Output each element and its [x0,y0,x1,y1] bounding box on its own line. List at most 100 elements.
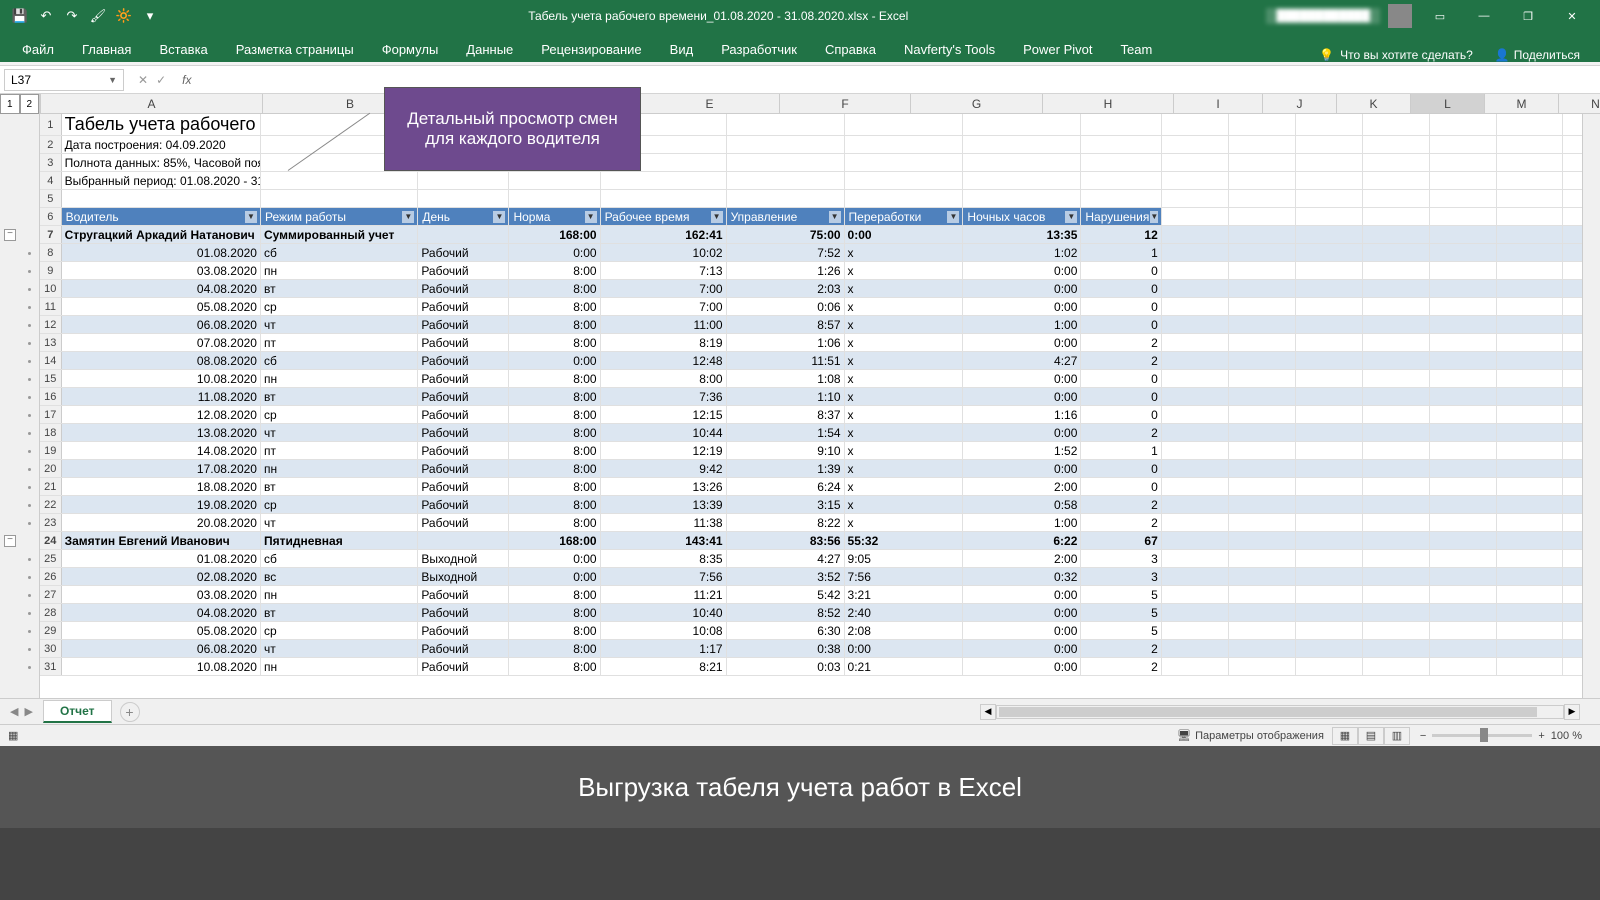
cell[interactable] [1296,388,1363,405]
cell[interactable] [1162,424,1229,441]
cell[interactable]: сб [261,244,418,261]
ribbon-tab-формулы[interactable]: Формулы [368,37,453,62]
cell[interactable] [1229,568,1296,585]
horizontal-scrollbar[interactable]: ◀ ▶ [980,704,1580,720]
cell[interactable] [1497,172,1564,189]
cell[interactable]: 5 [1081,604,1161,621]
filter-button[interactable]: ▼ [710,210,724,224]
cell[interactable]: 8:00 [509,388,600,405]
cell[interactable] [1497,640,1564,657]
avatar[interactable] [1388,4,1412,28]
cell[interactable] [1296,298,1363,315]
cell[interactable]: 0 [1081,316,1161,333]
cell[interactable] [1430,478,1497,495]
zoom-in-icon[interactable]: + [1538,730,1544,742]
cell[interactable]: x [845,478,964,495]
cell[interactable]: 02.08.2020 [62,568,261,585]
cell[interactable]: 8:00 [509,586,600,603]
cell[interactable] [1497,496,1564,513]
qat-more-icon[interactable]: ▾ [138,4,162,28]
cell[interactable]: Режим работы▼ [261,208,418,225]
cell[interactable] [1162,568,1229,585]
cell[interactable]: Рабочий [418,478,509,495]
cell[interactable]: 168:00 [509,226,600,243]
cell[interactable]: 04.08.2020 [62,604,261,621]
view-page-layout-icon[interactable]: ▤ [1358,727,1384,745]
cell[interactable]: Рабочий [418,334,509,351]
cell[interactable]: Рабочий [418,406,509,423]
cell[interactable]: 0:00 [963,370,1081,387]
cell[interactable]: 2 [1081,514,1161,531]
cell[interactable] [1296,334,1363,351]
cell[interactable]: Суммированный учет [261,226,418,243]
save-icon[interactable]: 💾 [8,4,32,28]
cell[interactable] [1430,586,1497,603]
cell[interactable]: пн [261,460,418,477]
ribbon-tab-рецензирование[interactable]: Рецензирование [527,37,655,62]
cell[interactable]: 2 [1081,424,1161,441]
cell[interactable]: 1:54 [727,424,845,441]
cell[interactable]: x [845,352,964,369]
cell[interactable] [1296,460,1363,477]
ribbon-tab-разработчик[interactable]: Разработчик [707,37,811,62]
cell[interactable]: Рабочее время▼ [601,208,727,225]
cell[interactable]: 04.08.2020 [62,280,261,297]
row-header[interactable]: 5 [40,190,62,207]
cell[interactable]: 7:13 [601,262,727,279]
ribbon-tab-вид[interactable]: Вид [656,37,708,62]
cell[interactable] [1497,190,1564,207]
cell[interactable] [1162,244,1229,261]
cell[interactable]: пн [261,262,418,279]
cell[interactable]: 01.08.2020 [62,244,261,261]
row-header[interactable]: 19 [40,442,62,459]
zoom-control[interactable]: − + 100 % [1410,730,1592,742]
cell[interactable] [1430,136,1497,153]
cell[interactable] [1296,136,1363,153]
cell[interactable] [845,136,964,153]
cell[interactable] [1497,550,1564,567]
cell[interactable] [963,136,1081,153]
cell[interactable]: 17.08.2020 [62,460,261,477]
filter-button[interactable]: ▼ [401,210,415,224]
ribbon-tab-файл[interactable]: Файл [8,37,68,62]
cell[interactable]: 05.08.2020 [62,622,261,639]
cell[interactable]: ср [261,406,418,423]
cell[interactable] [1229,334,1296,351]
cell[interactable]: 06.08.2020 [62,640,261,657]
cell[interactable]: x [845,388,964,405]
column-header-I[interactable]: I [1174,94,1263,113]
cell[interactable] [1430,334,1497,351]
filter-button[interactable]: ▼ [492,210,506,224]
cell[interactable] [845,154,964,171]
cell[interactable] [1162,172,1229,189]
cell[interactable]: x [845,424,964,441]
cell[interactable] [1296,640,1363,657]
cell[interactable]: 8:00 [509,478,600,495]
row-header[interactable]: 11 [40,298,62,315]
cell[interactable]: Норма▼ [509,208,600,225]
cell[interactable]: 8:57 [727,316,845,333]
cell[interactable] [1363,478,1430,495]
cell[interactable] [1430,658,1497,675]
cell[interactable] [1497,622,1564,639]
cell[interactable] [1363,640,1430,657]
cell[interactable]: чт [261,424,418,441]
cell[interactable]: x [845,316,964,333]
qat-btn-1[interactable]: 🖌 [86,4,110,28]
cell[interactable] [1229,370,1296,387]
cell[interactable] [1162,514,1229,531]
cell[interactable]: Ночных часов▼ [963,208,1081,225]
cell[interactable] [1229,316,1296,333]
cell[interactable] [1296,114,1363,135]
cell[interactable] [1162,154,1229,171]
cell[interactable]: 8:00 [509,406,600,423]
cell[interactable] [1162,226,1229,243]
row-header[interactable]: 13 [40,334,62,351]
cell[interactable]: 1 [1081,244,1161,261]
cell[interactable]: 0:38 [727,640,845,657]
cell[interactable] [1497,226,1564,243]
cell[interactable]: сб [261,550,418,567]
cell[interactable] [1430,442,1497,459]
cell[interactable]: Рабочий [418,298,509,315]
cell[interactable] [845,172,964,189]
